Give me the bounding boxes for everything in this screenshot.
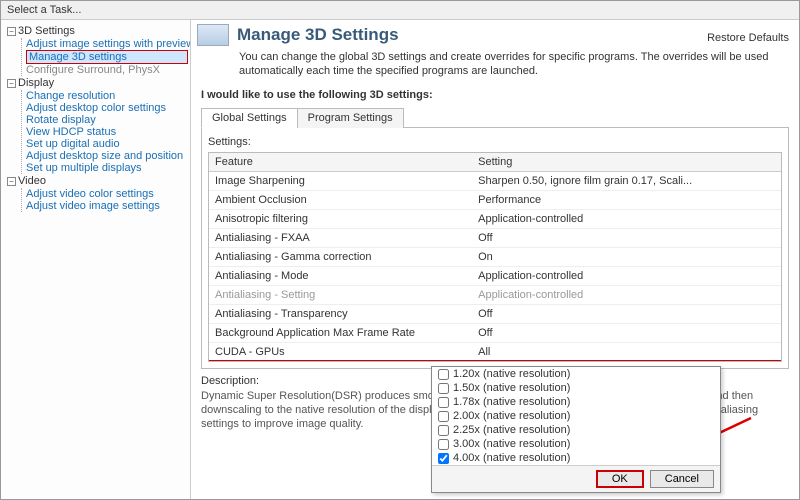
table-row[interactable]: Antialiasing - Gamma correctionOn — [209, 247, 781, 266]
ok-button[interactable]: OK — [596, 470, 644, 488]
dropdown-option[interactable]: 1.78x (native resolution) — [432, 395, 720, 409]
cell-feature: Antialiasing - Gamma correction — [209, 247, 472, 266]
settings-legend: I would like to use the following 3D set… — [201, 85, 789, 105]
table-row[interactable]: Ambient OcclusionPerformance — [209, 190, 781, 209]
checkbox[interactable] — [438, 453, 449, 464]
tree-toggle-icon[interactable]: − — [7, 79, 16, 88]
sidebar-tree: −3D SettingsAdjust image settings with p… — [1, 20, 191, 499]
sidebar-item[interactable]: Set up digital audio — [26, 138, 188, 150]
dropdown-option[interactable]: 4.00x (native resolution) — [432, 451, 720, 465]
table-row[interactable]: Antialiasing - TransparencyOff — [209, 304, 781, 323]
dropdown-option-label: 1.78x (native resolution) — [453, 396, 570, 408]
sidebar-item[interactable]: View HDCP status — [26, 126, 188, 138]
cell-feature: Image Sharpening — [209, 171, 472, 190]
cell-setting[interactable]: Application-controlled — [472, 266, 781, 285]
tree-toggle-icon[interactable]: − — [7, 27, 16, 36]
col-feature[interactable]: Feature — [209, 153, 472, 172]
cell-setting[interactable]: Off — [472, 304, 781, 323]
sidebar-item[interactable]: Adjust video image settings — [26, 200, 188, 212]
checkbox[interactable] — [438, 425, 449, 436]
cancel-button[interactable]: Cancel — [650, 470, 714, 488]
table-row[interactable]: Antialiasing - FXAAOff — [209, 228, 781, 247]
cell-feature: CUDA - GPUs — [209, 342, 472, 361]
dropdown-option[interactable]: 2.25x (native resolution) — [432, 423, 720, 437]
page-title: Manage 3D Settings — [237, 25, 699, 45]
cell-feature: Ambient Occlusion — [209, 190, 472, 209]
cell-feature: Background Application Max Frame Rate — [209, 323, 472, 342]
cell-setting[interactable]: Application-controlled — [472, 209, 781, 228]
tree-group-label: Display — [18, 77, 54, 89]
tab[interactable]: Program Settings — [297, 108, 404, 128]
tree-group-label: 3D Settings — [18, 25, 75, 37]
dropdown-option-label: 2.00x (native resolution) — [453, 410, 570, 422]
tree-toggle-icon[interactable]: − — [7, 177, 16, 186]
cell-setting[interactable]: Sharpen 0.50, ignore film grain 0.17, Sc… — [472, 171, 781, 190]
cell-setting[interactable]: Off — [472, 228, 781, 247]
intro-text: You can change the global 3D settings an… — [191, 48, 799, 85]
settings-label: Settings: — [208, 136, 782, 148]
checkbox[interactable] — [438, 439, 449, 450]
cell-setting[interactable]: Performance — [472, 190, 781, 209]
cell-feature: Anisotropic filtering — [209, 209, 472, 228]
cell-setting[interactable]: On — [472, 247, 781, 266]
dropdown-option-label: 1.50x (native resolution) — [453, 382, 570, 394]
table-row[interactable]: CUDA - GPUsAll — [209, 342, 781, 361]
sidebar-item[interactable]: Adjust desktop color settings — [26, 102, 188, 114]
dropdown-option-label: 2.25x (native resolution) — [453, 424, 570, 436]
dropdown-option[interactable]: 1.20x (native resolution) — [432, 367, 720, 381]
sidebar-item[interactable]: Adjust desktop size and position — [26, 150, 188, 162]
col-setting[interactable]: Setting — [472, 153, 781, 172]
dropdown-option[interactable]: 2.00x (native resolution) — [432, 409, 720, 423]
table-row[interactable]: Anisotropic filteringApplication-control… — [209, 209, 781, 228]
tree-group-label: Video — [18, 175, 46, 187]
task-header: Select a Task... — [1, 1, 799, 20]
sidebar-item[interactable]: Manage 3D settings — [26, 50, 188, 64]
checkbox[interactable] — [438, 383, 449, 394]
checkbox[interactable] — [438, 369, 449, 380]
cell-feature: Antialiasing - Mode — [209, 266, 472, 285]
cell-setting[interactable]: All — [472, 342, 781, 361]
table-row[interactable]: Background Application Max Frame RateOff — [209, 323, 781, 342]
nvidia-logo-icon — [197, 24, 229, 46]
dropdown-option[interactable]: 1.50x (native resolution) — [432, 381, 720, 395]
dropdown-option[interactable]: 3.00x (native resolution) — [432, 437, 720, 451]
sidebar-item: Configure Surround, PhysX — [26, 64, 188, 76]
control-panel-window: Select a Task... −3D SettingsAdjust imag… — [0, 0, 800, 500]
cell-feature: Antialiasing - Transparency — [209, 304, 472, 323]
tab[interactable]: Global Settings — [201, 108, 298, 128]
cell-feature: Antialiasing - FXAA — [209, 228, 472, 247]
sidebar-item[interactable]: Rotate display — [26, 114, 188, 126]
checkbox[interactable] — [438, 411, 449, 422]
dsr-factors-dropdown[interactable]: 1.20x (native resolution) 1.50x (native r… — [431, 366, 721, 493]
settings-grid[interactable]: Feature Setting Image SharpeningSharpen … — [208, 152, 782, 362]
cell-setting[interactable]: Application-controlled — [472, 285, 781, 304]
dropdown-option-label: 1.20x (native resolution) — [453, 368, 570, 380]
cell-feature: Antialiasing - Setting — [209, 285, 472, 304]
sidebar-item[interactable]: Adjust image settings with preview — [26, 38, 188, 50]
table-row[interactable]: Antialiasing - ModeApplication-controlle… — [209, 266, 781, 285]
cell-setting[interactable]: Off — [472, 323, 781, 342]
table-row[interactable]: Image SharpeningSharpen 0.50, ignore fil… — [209, 171, 781, 190]
main-panel: Manage 3D Settings Restore Defaults You … — [191, 20, 799, 499]
sidebar-item[interactable]: Change resolution — [26, 90, 188, 102]
dropdown-option-label: 3.00x (native resolution) — [453, 438, 570, 450]
sidebar-item[interactable]: Set up multiple displays — [26, 162, 188, 174]
dropdown-option-label: 4.00x (native resolution) — [453, 452, 570, 464]
table-row[interactable]: Antialiasing - SettingApplication-contro… — [209, 285, 781, 304]
sidebar-item[interactable]: Adjust video color settings — [26, 188, 188, 200]
global-settings-panel: Settings: Feature Setting Image Sharpeni… — [201, 128, 789, 369]
restore-defaults-link[interactable]: Restore Defaults — [707, 32, 789, 44]
checkbox[interactable] — [438, 397, 449, 408]
tabs: Global SettingsProgram Settings — [201, 107, 789, 128]
